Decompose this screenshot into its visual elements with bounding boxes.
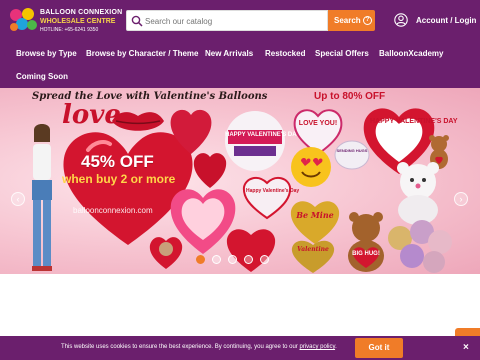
red-heart-small-balloon xyxy=(170,109,212,154)
happy-vday-small-text: Happy Valentine's Day xyxy=(246,188,300,194)
search-button-label: Search xyxy=(334,16,361,25)
cookie-accept-button[interactable]: Got it xyxy=(355,338,403,358)
carousel-dot[interactable] xyxy=(260,255,269,264)
banner-site-url: balloonconnexion.com xyxy=(73,206,153,215)
banner-discount: Up to 80% OFF xyxy=(314,91,386,102)
red-heart-bottom-balloon xyxy=(226,229,276,272)
happy-vday-small-balloon xyxy=(242,176,292,220)
happy-valentines-right-text: HAPPY VALENTINE'S DAY xyxy=(370,118,458,125)
heart-eyes-emoji-balloon xyxy=(291,147,331,187)
cookie-banner: This website uses cookies to ensure the … xyxy=(0,336,480,360)
hero-banner[interactable]: Spread the Love with Valentine's Balloon… xyxy=(0,88,480,274)
search-field[interactable] xyxy=(126,10,328,31)
balloon-logo-icon xyxy=(10,8,37,31)
privacy-policy-link[interactable]: privacy policy xyxy=(299,344,335,350)
search-input[interactable] xyxy=(145,13,325,29)
logo-title: BALLOON CONNEXION xyxy=(40,9,123,16)
account-login-link[interactable]: Account / Login xyxy=(394,13,477,29)
carousel-dot[interactable] xyxy=(212,255,221,264)
carousel-dot[interactable] xyxy=(228,255,237,264)
cookie-text-end: . xyxy=(335,344,337,350)
white-bear-balloon xyxy=(397,162,439,225)
valentine-text: Valentine xyxy=(297,246,329,253)
nav-item-new-arrivals[interactable]: New Arrivals xyxy=(205,49,253,58)
nav-item-restocked[interactable]: Restocked xyxy=(265,49,305,58)
content-area xyxy=(0,274,480,336)
carousel-prev-button[interactable]: ‹ xyxy=(11,192,25,206)
cookie-text: This website uses cookies to ensure the … xyxy=(61,344,298,350)
nav-item-balloonxcademy[interactable]: BalloonXcademy xyxy=(379,49,443,58)
big-hug-bear-balloon xyxy=(348,212,384,272)
search-bar: Search ? xyxy=(126,10,375,31)
nav-item-browse-by-type[interactable]: Browse by Type xyxy=(16,49,77,58)
user-icon xyxy=(394,13,408,27)
chevron-right-icon: › xyxy=(459,194,463,204)
cookie-message: This website uses cookies to ensure the … xyxy=(61,344,337,350)
logo-hotline: HOTLINE: +65-6241 9350 xyxy=(40,27,99,33)
chrome-balloons-cluster xyxy=(388,220,452,273)
happy-valentines-balloon xyxy=(225,111,285,171)
valentine-gold-balloon xyxy=(291,240,335,273)
carousel-dot[interactable] xyxy=(244,255,253,264)
heart-bear-balloon xyxy=(149,237,183,269)
search-icon xyxy=(131,15,143,27)
happy-valentines-text: HAPPY VALENTINE'S DAY xyxy=(225,132,300,138)
be-mine-text: Be Mine xyxy=(296,210,334,220)
chevron-left-icon: ‹ xyxy=(16,194,20,204)
model-image xyxy=(32,124,52,271)
search-button[interactable]: Search ? xyxy=(328,10,375,31)
offer-condition: when buy 2 or more xyxy=(62,172,176,186)
logo-subtitle: WHOLESALE CENTRE xyxy=(40,18,116,25)
question-icon: ? xyxy=(363,16,372,25)
site-header: BALLOON CONNEXION WHOLESALE CENTRE HOTLI… xyxy=(0,0,480,41)
love-you-text: LOVE YOU! xyxy=(298,120,338,127)
main-nav: Browse by Type Browse by Character / The… xyxy=(0,41,480,88)
site-logo[interactable]: BALLOON CONNEXION WHOLESALE CENTRE HOTLI… xyxy=(8,6,122,36)
nav-item-browse-by-character[interactable]: Browse by Character / Theme xyxy=(86,49,198,58)
account-label: Account / Login xyxy=(416,16,477,25)
close-icon[interactable]: × xyxy=(463,342,469,353)
offer-percent: 45% OFF xyxy=(81,152,154,171)
lips-balloon xyxy=(112,112,164,131)
carousel-next-button[interactable]: › xyxy=(454,192,468,206)
nav-item-special-offers[interactable]: Special Offers xyxy=(315,49,369,58)
nav-item-coming-soon[interactable]: Coming Soon xyxy=(16,72,68,81)
big-hug-text: BIG HUG! xyxy=(352,251,380,257)
carousel-dot[interactable] xyxy=(196,255,205,264)
carousel-indicators xyxy=(196,255,276,265)
